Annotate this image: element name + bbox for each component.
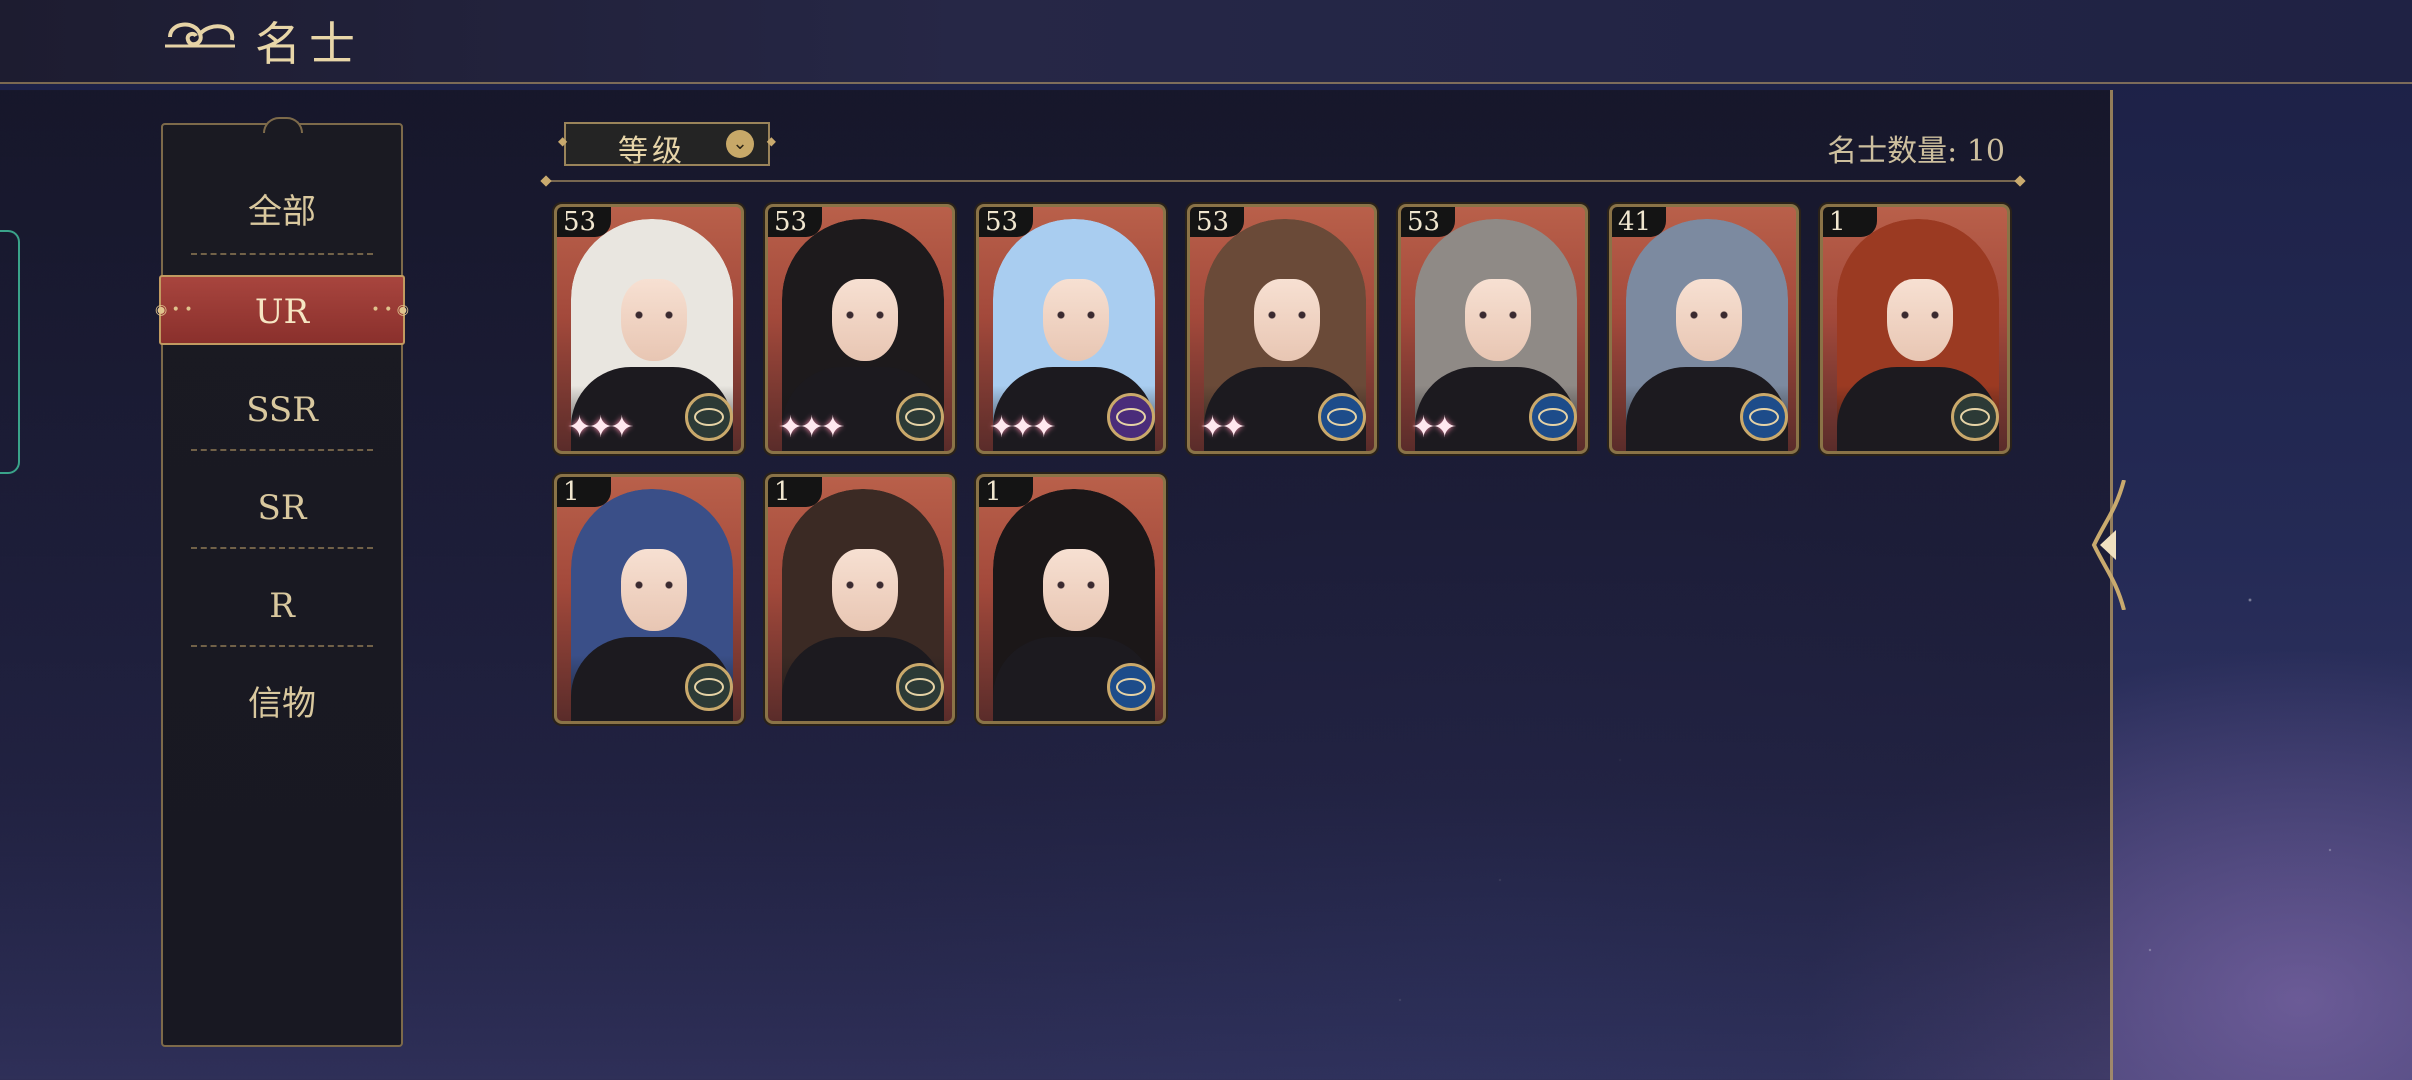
orb-badge-icon xyxy=(1107,393,1155,441)
portrait-face xyxy=(1043,549,1109,631)
compass-badge-icon xyxy=(685,663,733,711)
compass-badge-icon xyxy=(1107,663,1155,711)
character-card[interactable]: ✦✦ 53 xyxy=(1398,204,1588,454)
badge-emblem xyxy=(694,678,724,696)
sort-label: 等级 xyxy=(618,134,686,169)
portrait-face xyxy=(1887,279,1953,361)
portrait-face xyxy=(1465,279,1531,361)
star-rank-icon: ✦✦✦ xyxy=(778,410,845,445)
portrait-eyes xyxy=(1475,311,1521,319)
menu-divider xyxy=(191,645,373,647)
page-title: 名士 xyxy=(255,17,363,71)
character-card[interactable]: 1 xyxy=(1820,204,2010,454)
portrait-face xyxy=(1676,279,1742,361)
level-badge: 41 xyxy=(1612,207,1666,237)
portrait-face xyxy=(832,549,898,631)
badge-emblem xyxy=(1749,408,1779,426)
portrait-eyes xyxy=(1897,311,1943,319)
menu-item-ur[interactable]: UR xyxy=(155,275,409,345)
cloud-swirl-icon xyxy=(165,22,235,48)
portrait-eyes xyxy=(842,581,888,589)
portrait-eyes xyxy=(1264,311,1310,319)
badge-emblem xyxy=(1327,408,1357,426)
character-card[interactable]: 41 xyxy=(1609,204,1799,454)
compass-badge-icon xyxy=(896,663,944,711)
menu-divider xyxy=(191,449,373,451)
menu-item-sr[interactable]: SR xyxy=(163,473,401,543)
level-badge: 1 xyxy=(979,477,1033,507)
level-badge: 1 xyxy=(768,477,822,507)
character-card[interactable]: ✦✦✦ 53 xyxy=(765,204,955,454)
level-badge: 53 xyxy=(1401,207,1455,237)
character-card[interactable]: ✦✦ 53 xyxy=(1187,204,1377,454)
compass-badge-icon xyxy=(685,393,733,441)
portrait-face xyxy=(832,279,898,361)
portrait-eyes xyxy=(1686,311,1732,319)
portrait-face xyxy=(621,549,687,631)
star-rank-icon: ✦✦✦ xyxy=(989,410,1056,445)
badge-emblem xyxy=(1960,408,1990,426)
compass-badge-icon xyxy=(1951,393,1999,441)
menu-item-r[interactable]: R xyxy=(163,571,401,641)
badge-emblem xyxy=(905,678,935,696)
portrait-eyes xyxy=(631,311,677,319)
portrait-face xyxy=(1043,279,1109,361)
badge-emblem xyxy=(1116,678,1146,696)
left-edge-tab[interactable] xyxy=(0,230,20,474)
menu-divider xyxy=(191,253,373,255)
level-badge: 53 xyxy=(979,207,1033,237)
level-badge: 53 xyxy=(557,207,611,237)
level-badge: 1 xyxy=(1823,207,1877,237)
character-card[interactable]: ✦✦✦ 53 xyxy=(554,204,744,454)
header-bar: 名士 xyxy=(0,0,2412,84)
menu-item-token[interactable]: 信物 xyxy=(163,669,401,739)
compass-badge-icon xyxy=(1529,393,1577,441)
compass-badge-icon xyxy=(896,393,944,441)
star-rank-icon: ✦✦✦ xyxy=(567,410,634,445)
portrait-eyes xyxy=(842,311,888,319)
character-count: 名士数量: 10 xyxy=(1827,134,2005,169)
badge-emblem xyxy=(1116,408,1146,426)
portrait-eyes xyxy=(1053,311,1099,319)
badge-emblem xyxy=(1538,408,1568,426)
character-card[interactable]: ✦✦✦ 53 xyxy=(976,204,1166,454)
menu-item-ssr[interactable]: SSR xyxy=(163,375,401,445)
chevron-down-icon: ⌄ xyxy=(726,130,754,158)
rarity-filter-menu: 全部 UR SSR SR R 信物 xyxy=(155,117,409,1047)
toolbar-divider xyxy=(546,180,2020,182)
level-badge: 53 xyxy=(768,207,822,237)
portrait-face xyxy=(1254,279,1320,361)
character-card[interactable]: 1 xyxy=(554,474,744,724)
badge-emblem xyxy=(905,408,935,426)
character-card[interactable]: 1 xyxy=(765,474,955,724)
menu-item-all[interactable]: 全部 xyxy=(163,177,401,247)
compass-badge-icon xyxy=(1318,393,1366,441)
portrait-eyes xyxy=(1053,581,1099,589)
sort-dropdown[interactable]: 等级 ⌄ xyxy=(558,122,776,169)
menu-divider xyxy=(191,547,373,549)
badge-emblem xyxy=(694,408,724,426)
collapse-arrow-icon[interactable] xyxy=(2086,480,2136,610)
character-card[interactable]: 1 xyxy=(976,474,1166,724)
star-rank-icon: ✦✦ xyxy=(1200,410,1246,445)
portrait-face xyxy=(621,279,687,361)
star-rank-icon: ✦✦ xyxy=(1411,410,1457,445)
portrait-eyes xyxy=(631,581,677,589)
level-badge: 53 xyxy=(1190,207,1244,237)
compass-badge-icon xyxy=(1740,393,1788,441)
level-badge: 1 xyxy=(557,477,611,507)
